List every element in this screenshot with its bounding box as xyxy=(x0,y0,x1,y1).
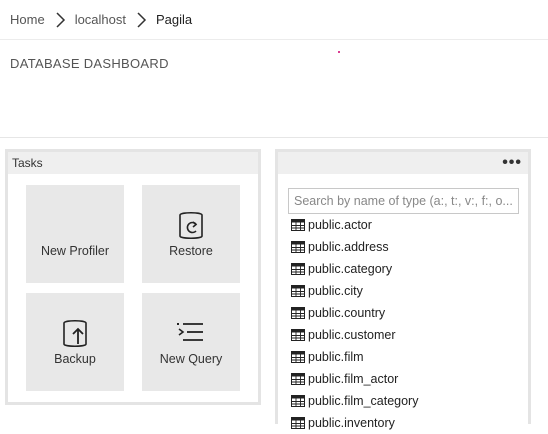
tasks-widget: Tasks New Profiler Restore Backup New Qu… xyxy=(5,149,261,405)
tile-label: Backup xyxy=(54,352,96,366)
page-title: DATABASE DASHBOARD xyxy=(10,56,169,71)
table-icon xyxy=(291,417,305,429)
list-item-label: public.customer xyxy=(308,328,396,342)
restore-icon xyxy=(179,211,203,240)
chevron-right-icon xyxy=(137,11,147,28)
new-query-tile[interactable]: New Query xyxy=(142,293,240,391)
table-icon xyxy=(291,351,305,363)
tasks-widget-title: Tasks xyxy=(8,152,258,174)
list-item[interactable]: public.inventory xyxy=(291,412,529,434)
list-item-label: public.film xyxy=(308,350,364,364)
table-icon xyxy=(291,241,305,253)
tile-label: New Profiler xyxy=(40,244,110,258)
list-item-label: public.inventory xyxy=(308,416,395,430)
list-item-label: public.city xyxy=(308,284,363,298)
search-input[interactable] xyxy=(288,188,519,214)
list-item[interactable]: public.country xyxy=(291,302,529,324)
restore-tile[interactable]: Restore xyxy=(142,185,240,283)
new-profiler-tile[interactable]: New Profiler xyxy=(26,185,124,283)
table-icon xyxy=(291,307,305,319)
breadcrumb-home[interactable]: Home xyxy=(10,12,45,27)
list-item[interactable]: public.city xyxy=(291,280,529,302)
backup-tile[interactable]: Backup xyxy=(26,293,124,391)
table-icon xyxy=(291,395,305,407)
list-item[interactable]: public.category xyxy=(291,258,529,280)
list-item[interactable]: public.actor xyxy=(291,214,529,236)
breadcrumb: Home localhost Pagila xyxy=(0,0,548,40)
list-item[interactable]: public.address xyxy=(291,236,529,258)
table-icon xyxy=(291,329,305,341)
chevron-right-icon xyxy=(56,11,65,28)
tile-label: New Query xyxy=(159,352,223,366)
tile-label: Restore xyxy=(169,244,213,258)
backup-icon xyxy=(63,319,87,348)
list-item-label: public.category xyxy=(308,262,393,276)
list-item[interactable]: public.customer xyxy=(291,324,529,346)
divider xyxy=(0,137,548,138)
explorer-widget: ••• public.actor public.address public.cat… xyxy=(275,149,531,430)
list-item-label: public.film_actor xyxy=(308,372,399,386)
table-icon xyxy=(291,219,305,231)
explorer-list: public.actor public.address public.categor… xyxy=(291,214,529,434)
list-item[interactable]: public.film xyxy=(291,346,529,368)
breadcrumb-localhost[interactable]: localhost xyxy=(75,12,126,27)
list-item-label: public.film_category xyxy=(308,394,419,408)
list-item-label: public.country xyxy=(308,306,386,320)
breadcrumb-pagila[interactable]: Pagila xyxy=(156,12,192,27)
list-item-label: public.address xyxy=(308,240,389,254)
table-icon xyxy=(291,373,305,385)
list-item[interactable]: public.film_category xyxy=(291,390,529,412)
accent-dot xyxy=(338,51,340,53)
explorer-widget-header: ••• xyxy=(278,152,528,174)
more-options-icon[interactable]: ••• xyxy=(502,155,522,171)
list-item-label: public.actor xyxy=(308,218,372,232)
table-icon xyxy=(291,263,305,275)
table-icon xyxy=(291,285,305,297)
list-item[interactable]: public.film_actor xyxy=(291,368,529,390)
new-query-icon xyxy=(177,323,203,341)
